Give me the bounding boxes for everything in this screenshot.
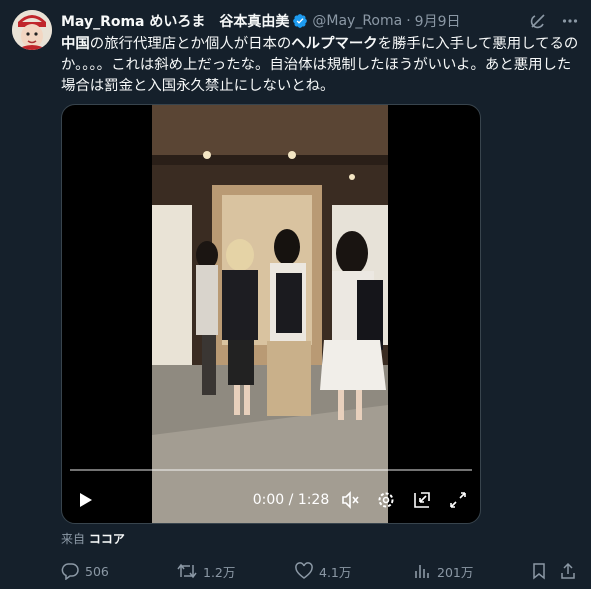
video-controls: 0:00 / 1:28 (62, 485, 480, 515)
retweet-button[interactable]: 1.2万 (177, 560, 235, 582)
bookmark-button[interactable] (531, 560, 547, 582)
more-icon[interactable] (561, 12, 579, 30)
text-segment: の旅行代理店とか個人が日本の (89, 36, 292, 52)
views-icon (413, 562, 431, 580)
tweet-header: May_Roma めいろま 谷本真由美 @May_Roma · 9月9日 (61, 10, 579, 32)
reply-button[interactable]: 506 (61, 560, 109, 582)
video-progress-bar[interactable] (70, 469, 472, 471)
avatar[interactable] (12, 10, 52, 50)
handle[interactable]: @May_Roma (312, 13, 402, 29)
text-emphasis-china: 中国 (61, 36, 90, 52)
action-bar: 506 1.2万 4.1万 201万 (61, 560, 579, 582)
like-icon (295, 562, 313, 580)
avatar-image (12, 10, 52, 50)
tweet-text: 中国の旅行代理店とか個人が日本のヘルプマークを勝手に入手して悪用してるのか。。。… (61, 34, 581, 97)
source-label: 来自 ココア (61, 530, 125, 547)
views-button[interactable]: 201万 (413, 560, 473, 582)
pip-icon[interactable] (409, 485, 435, 515)
video-time: 0:00 / 1:28 (248, 485, 334, 515)
play-icon[interactable] (72, 485, 98, 515)
retweet-count: 1.2万 (203, 564, 236, 580)
like-count: 4.1万 (319, 564, 352, 580)
text-emphasis-help-mark: ヘルプマーク (291, 36, 378, 52)
settings-icon[interactable] (373, 485, 399, 515)
share-icon (559, 562, 577, 580)
current-time: 0:00 (252, 492, 285, 508)
grok-icon[interactable] (529, 12, 547, 30)
mute-icon[interactable] (337, 485, 363, 515)
display-name[interactable]: May_Roma めいろま 谷本真由美 (61, 11, 289, 31)
duration: 1:28 (297, 492, 330, 508)
bookmark-icon (531, 562, 547, 580)
views-count: 201万 (437, 564, 474, 580)
fullscreen-icon[interactable] (445, 485, 471, 515)
video-player[interactable]: 0:00 / 1:28 (61, 104, 481, 524)
reply-count: 506 (85, 563, 109, 579)
separator: · (406, 13, 411, 29)
verified-badge-icon (292, 13, 308, 29)
like-button[interactable]: 4.1万 (295, 560, 351, 582)
source-prefix: 来自 (61, 532, 86, 546)
share-button[interactable] (559, 560, 577, 582)
video-frame (152, 105, 388, 523)
retweet-icon (177, 562, 197, 580)
source-name[interactable]: ココア (89, 532, 125, 546)
reply-icon (61, 562, 79, 580)
tweet-date[interactable]: 9月9日 (415, 11, 461, 31)
time-separator: / (288, 492, 294, 508)
